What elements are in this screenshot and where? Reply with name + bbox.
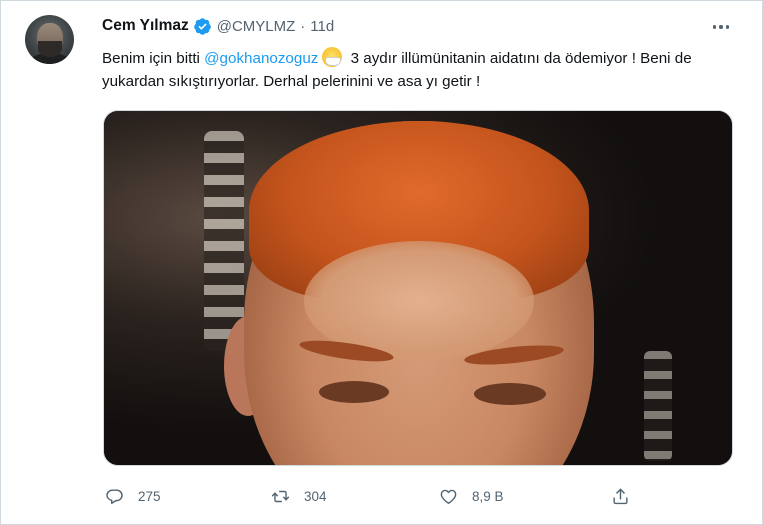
tweet-timestamp[interactable]: 11d [310,18,334,35]
verified-badge-icon [193,17,212,36]
heart-icon [440,489,457,504]
tweet-text: Benim için bitti @gokhanozoguz 3 aydır i… [102,47,742,93]
retweet-count: 304 [304,488,327,504]
tweet-actions: 275 304 8,9 B [1,483,763,509]
like-count: 8,9 B [472,488,504,504]
reply-icon [106,488,123,504]
mention-link[interactable]: @gokhanozoguz [204,50,318,67]
share-icon [613,488,628,504]
like-button[interactable]: 8,9 B [439,483,504,509]
retweet-icon [271,490,290,502]
share-button[interactable] [611,483,630,509]
avatar-beard [38,41,62,57]
tweet-text-part1: Benim için bitti [102,50,205,67]
tweet-header: Cem Yılmaz @CMYLMZ · 11d [102,15,334,37]
reply-count: 275 [138,488,161,504]
face-with-medical-mask-icon [322,47,343,67]
more-options-icon[interactable] [707,15,735,39]
tweet-photo[interactable] [103,110,733,466]
author-name[interactable]: Cem Yılmaz [102,17,189,35]
avatar[interactable] [25,15,74,64]
tweet-card[interactable]: Cem Yılmaz @CMYLMZ · 11d Benim için bitt… [0,0,763,525]
retweet-button[interactable]: 304 [271,483,327,509]
separator-dot: · [300,17,306,35]
reply-button[interactable]: 275 [105,483,161,509]
author-handle[interactable]: @CMYLMZ [217,18,296,35]
